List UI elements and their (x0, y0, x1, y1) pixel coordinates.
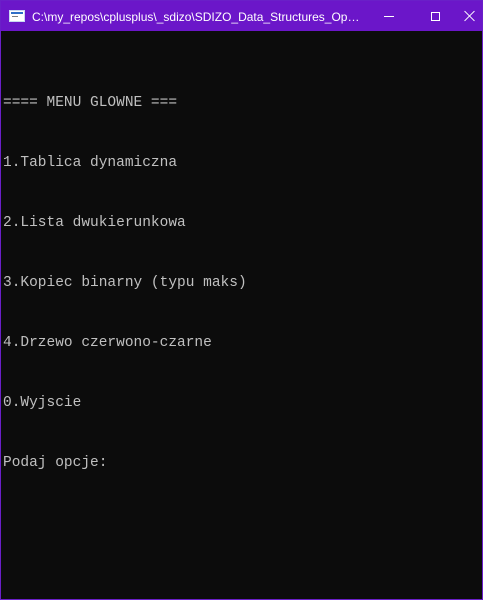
title-bar[interactable]: C:\my_repos\cplusplus\_sdizo\SDIZO_Data_… (1, 1, 482, 31)
maximize-icon (430, 11, 440, 21)
menu-header: ==== MENU GLOWNE === (3, 95, 178, 111)
menu-option-doubly-linked-list: 2.Lista dwukierunkowa (3, 215, 186, 231)
maximize-button[interactable] (412, 1, 458, 31)
close-icon (464, 10, 476, 22)
console-output[interactable]: ==== MENU GLOWNE === 1.Tablica dynamiczn… (3, 53, 473, 593)
close-button[interactable] (458, 1, 482, 31)
console-window: C:\my_repos\cplusplus\_sdizo\SDIZO_Data_… (0, 0, 483, 600)
input-prompt[interactable]: Podaj opcje: (3, 453, 473, 473)
minimize-icon (384, 15, 394, 17)
console-window-icon[interactable] (9, 10, 25, 22)
menu-option-red-black-tree: 4.Drzewo czerwono-czarne (3, 335, 212, 351)
window-title: C:\my_repos\cplusplus\_sdizo\SDIZO_Data_… (32, 10, 362, 24)
menu-option-exit: 0.Wyjscie (3, 395, 82, 411)
minimize-button[interactable] (366, 1, 412, 31)
menu-option-binary-heap: 3.Kopiec binarny (typu maks) (3, 275, 247, 291)
menu-option-dynamic-array: 1.Tablica dynamiczna (3, 155, 178, 171)
